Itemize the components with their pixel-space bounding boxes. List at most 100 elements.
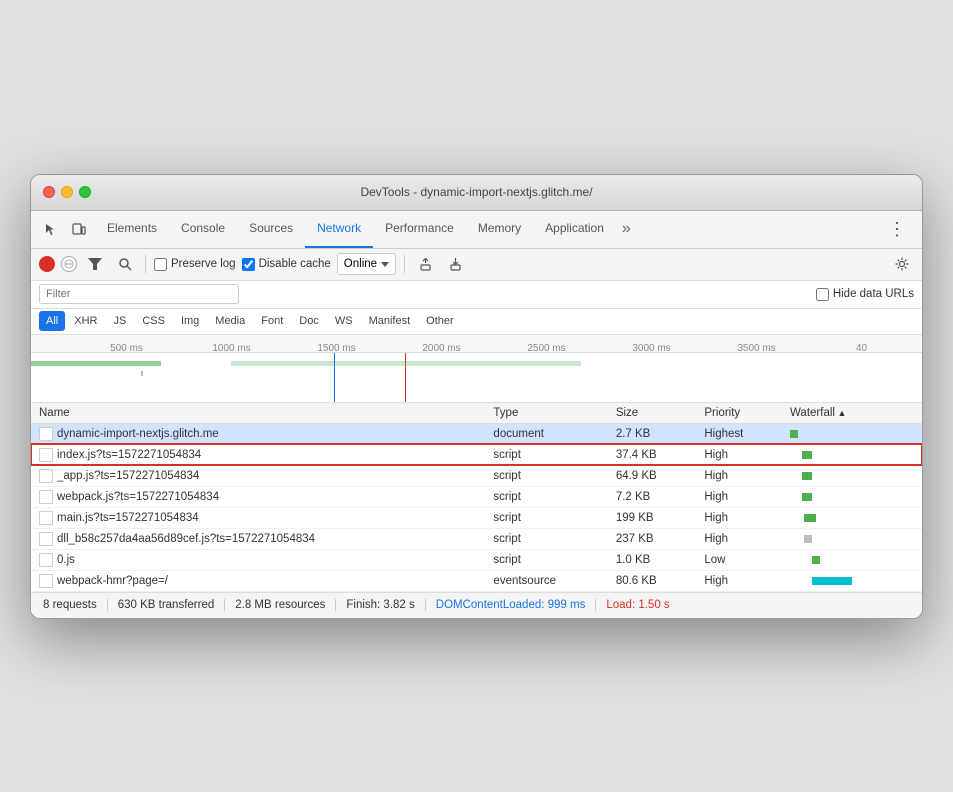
table-row[interactable]: dynamic-import-nextjs.glitch.medocument2… <box>31 423 922 444</box>
header-priority[interactable]: Priority <box>696 403 782 424</box>
tab-application[interactable]: Application <box>533 211 616 248</box>
hide-data-urls-checkbox[interactable]: Hide data URLs <box>816 288 914 301</box>
window-title: DevTools - dynamic-import-nextjs.glitch.… <box>360 185 592 199</box>
type-filter-bar: All XHR JS CSS Img Media Font Doc WS Man… <box>31 309 922 335</box>
file-name: main.js?ts=1572271054834 <box>57 512 199 524</box>
table-row[interactable]: index.js?ts=1572271054834script37.4 KBHi… <box>31 444 922 465</box>
device-toggle-icon[interactable] <box>67 217 91 241</box>
dom-content-loaded-line <box>334 353 335 403</box>
file-name: webpack.js?ts=1572271054834 <box>57 491 219 503</box>
close-button[interactable] <box>43 186 55 198</box>
top-toolbar: Elements Console Sources Network Perform… <box>31 211 922 249</box>
file-name: _app.js?ts=1572271054834 <box>57 470 199 482</box>
table-row[interactable]: webpack-hmr?page=/eventsource80.6 KBHigh <box>31 570 922 591</box>
file-icon <box>39 553 53 567</box>
filter-icon[interactable] <box>83 252 107 276</box>
minimize-button[interactable] <box>61 186 73 198</box>
file-name: webpack-hmr?page=/ <box>57 575 168 587</box>
file-icon <box>39 511 53 525</box>
filter-bar: Hide data URLs <box>31 281 922 309</box>
load-time: Load: 1.50 s <box>596 599 679 611</box>
file-type: document <box>485 423 607 444</box>
file-priority: High <box>696 465 782 486</box>
requests-table: Name Type Size Priority Waterfall dynami… <box>31 403 922 592</box>
load-line <box>405 353 406 403</box>
preserve-log-checkbox[interactable]: Preserve log <box>154 258 236 271</box>
header-type[interactable]: Type <box>485 403 607 424</box>
tab-sources[interactable]: Sources <box>237 211 305 248</box>
file-type: script <box>485 528 607 549</box>
file-name: dll_b58c257da4aa56d89cef.js?ts=157227105… <box>57 533 315 545</box>
tab-console[interactable]: Console <box>169 211 237 248</box>
waterfall-cell <box>782 507 922 528</box>
disable-cache-checkbox[interactable]: Disable cache <box>242 258 331 271</box>
type-filter-all[interactable]: All <box>39 311 65 331</box>
header-waterfall[interactable]: Waterfall <box>782 403 922 424</box>
type-filter-doc[interactable]: Doc <box>292 311 326 331</box>
file-type: script <box>485 507 607 528</box>
devtools-body: Elements Console Sources Network Perform… <box>31 211 922 618</box>
kebab-menu-button[interactable]: ⋮ <box>880 220 914 238</box>
download-icon[interactable] <box>443 252 467 276</box>
file-icon <box>39 574 53 588</box>
file-size: 64.9 KB <box>608 465 697 486</box>
type-filter-font[interactable]: Font <box>254 311 290 331</box>
domcontent-loaded: DOMContentLoaded: 999 ms <box>426 599 597 611</box>
maximize-button[interactable] <box>79 186 91 198</box>
type-filter-img[interactable]: Img <box>174 311 206 331</box>
table-header-row: Name Type Size Priority Waterfall <box>31 403 922 424</box>
file-priority: High <box>696 570 782 591</box>
table-row[interactable]: main.js?ts=1572271054834script199 KBHigh <box>31 507 922 528</box>
type-filter-manifest[interactable]: Manifest <box>362 311 418 331</box>
file-name: dynamic-import-nextjs.glitch.me <box>57 428 219 440</box>
file-priority: Highest <box>696 423 782 444</box>
type-filter-js[interactable]: JS <box>106 311 133 331</box>
type-filter-media[interactable]: Media <box>208 311 252 331</box>
type-filter-other[interactable]: Other <box>419 311 461 331</box>
header-size[interactable]: Size <box>608 403 697 424</box>
tab-memory[interactable]: Memory <box>466 211 533 248</box>
file-icon <box>39 427 53 441</box>
tab-network[interactable]: Network <box>305 211 373 248</box>
timeline-bars <box>31 353 922 403</box>
finish-time: Finish: 3.82 s <box>336 599 425 611</box>
file-icon <box>39 490 53 504</box>
more-tabs-button[interactable]: » <box>616 220 637 238</box>
separator-2 <box>404 255 405 273</box>
file-priority: High <box>696 486 782 507</box>
resources-size: 2.8 MB resources <box>225 599 336 611</box>
type-filter-ws[interactable]: WS <box>328 311 360 331</box>
filter-input[interactable] <box>39 284 239 304</box>
waterfall-cell <box>782 570 922 591</box>
file-size: 7.2 KB <box>608 486 697 507</box>
network-toolbar: Preserve log Disable cache Online <box>31 249 922 281</box>
search-icon[interactable] <box>113 252 137 276</box>
file-size: 80.6 KB <box>608 570 697 591</box>
file-size: 199 KB <box>608 507 697 528</box>
separator-1 <box>145 255 146 273</box>
table-row[interactable]: dll_b58c257da4aa56d89cef.js?ts=157227105… <box>31 528 922 549</box>
type-filter-css[interactable]: CSS <box>135 311 172 331</box>
file-name: 0.js <box>57 554 75 566</box>
record-button[interactable] <box>39 256 55 272</box>
header-name[interactable]: Name <box>31 403 485 424</box>
table-row[interactable]: webpack.js?ts=1572271054834script7.2 KBH… <box>31 486 922 507</box>
type-filter-xhr[interactable]: XHR <box>67 311 104 331</box>
settings-icon[interactable] <box>890 252 914 276</box>
table-row[interactable]: _app.js?ts=1572271054834script64.9 KBHig… <box>31 465 922 486</box>
throttle-select[interactable]: Online <box>337 253 396 275</box>
devtools-window: DevTools - dynamic-import-nextjs.glitch.… <box>30 174 923 619</box>
upload-icon[interactable] <box>413 252 437 276</box>
file-priority: Low <box>696 549 782 570</box>
tab-performance[interactable]: Performance <box>373 211 466 248</box>
tab-elements[interactable]: Elements <box>95 211 169 248</box>
file-icon <box>39 532 53 546</box>
cursor-icon[interactable] <box>39 217 63 241</box>
file-priority: High <box>696 444 782 465</box>
table-row[interactable]: 0.jsscript1.0 KBLow <box>31 549 922 570</box>
network-table[interactable]: Name Type Size Priority Waterfall dynami… <box>31 403 922 592</box>
timeline-area: 500 ms 1000 ms 1500 ms 2000 ms 2500 ms 3… <box>31 335 922 403</box>
file-icon <box>39 469 53 483</box>
waterfall-cell <box>782 549 922 570</box>
stop-button[interactable] <box>61 256 77 272</box>
